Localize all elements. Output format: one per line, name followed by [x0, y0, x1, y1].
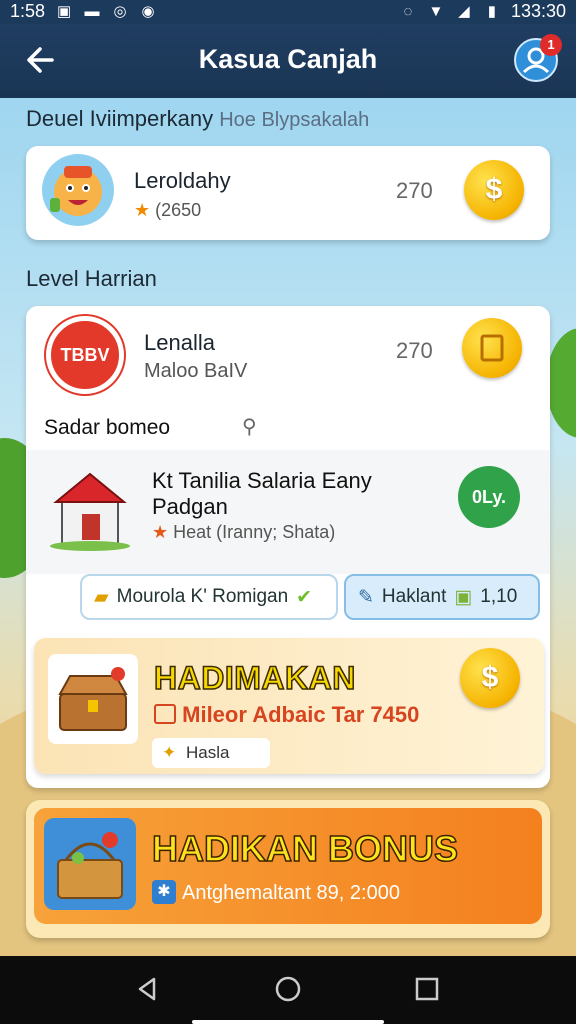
reward-button[interactable]: ✎ Haklant ▣ 1,10: [344, 574, 540, 620]
app-bar: Kasua Canjah 1: [0, 24, 576, 98]
app-icon: ◎: [113, 2, 127, 20]
reward-title: HADIMAKAN: [153, 659, 356, 697]
nav-recents-button[interactable]: [412, 974, 442, 1004]
character-icon: [50, 166, 102, 216]
ticket-icon: [480, 334, 504, 362]
pencil-icon: ✎: [358, 586, 374, 608]
basket-icon: [44, 818, 136, 910]
system-nav-bar: [0, 956, 576, 1024]
calendar-icon: [154, 704, 176, 724]
quest-title-line-1: Kt Tanilia Salaria Eany: [152, 468, 372, 493]
quest-meta-value: Heat (Iranny; Shata): [173, 522, 336, 542]
quest-meta: ★ Heat (Iranny; Shata): [152, 522, 335, 543]
section-title-text: Deuel Iviimperkany: [26, 106, 214, 131]
pin-icon: ✦: [162, 743, 177, 762]
circle-home-icon: [275, 976, 301, 1002]
profile-button[interactable]: 1: [514, 34, 562, 82]
walk-icon: ⚲: [242, 416, 257, 438]
ticket-icon: ▰: [94, 586, 109, 608]
sub-row-title: Sadar bomeo: [44, 416, 171, 439]
claim-button[interactable]: ▰ Mourola K' Romigan ✔: [80, 574, 338, 620]
level-score: 270: [396, 338, 433, 363]
reward-banner[interactable]: HADIMAKAN Mileor Adbaic Tar 7450 ✦ Hasla…: [34, 638, 544, 774]
status-time: 1:58: [10, 1, 46, 21]
quest-title-line-2: Padgan: [152, 494, 228, 519]
player-card[interactable]: Leroldahy ★ (2650 270 $: [26, 146, 550, 240]
bonus-subtitle: Antghemaltant 89, 2:000: [182, 882, 400, 904]
section-title: Level Harrian: [26, 266, 157, 291]
level-meta: Maloo BaIV: [144, 360, 248, 382]
battery-icon: ▮: [487, 2, 497, 20]
wifi-icon: ▼: [428, 2, 444, 20]
message-icon: ▬: [84, 2, 100, 20]
notification-icon: ▣: [56, 2, 72, 20]
treasure-chest-icon: [48, 654, 138, 744]
page-title: Kasua Canjah: [198, 44, 378, 74]
home-indicator: [192, 1020, 384, 1024]
snowflake-icon: ✱: [152, 880, 176, 904]
coupon-coin-icon[interactable]: [462, 318, 522, 378]
bonus-title: HADIKAN BONUS: [151, 827, 459, 870]
avatar: [42, 154, 114, 226]
reward-chip-label: Hasla: [186, 743, 230, 762]
star-icon: ★: [152, 522, 169, 542]
reward-subtitle-text: Mileor Adbaic Tar 7450: [182, 702, 420, 727]
level-name: Lenalla: [144, 330, 215, 355]
player-stars: ★ (2650: [134, 200, 201, 221]
main-content[interactable]: Deuel Iviimperkany Hoe Blypsakalah Lerol…: [0, 98, 576, 956]
player-score: 270: [396, 178, 433, 203]
player-stars-value: (2650: [155, 200, 202, 220]
section-subtitle: Hoe Blypsakalah: [219, 109, 370, 131]
bonus-panel[interactable]: HADIKAN BONUS ✱ Antghemaltant 89, 2:000: [34, 808, 542, 924]
player-name: Leroldahy: [134, 168, 231, 193]
reward-button-label: Haklant: [381, 586, 447, 607]
notification-badge: 1: [540, 34, 562, 56]
section-title: Deuel Iviimperkany Hoe Blypsakalah: [26, 106, 369, 132]
level-logo-text: TBBV: [60, 345, 110, 365]
background-hill: [546, 328, 576, 438]
reward-subtitle: Mileor Adbaic Tar 7450: [154, 702, 419, 728]
gift-icon: ▣: [454, 586, 473, 608]
status-bar: 1:58 ▣ ▬ ◎ ◉ ◌ ▼ ◢ ▮ 133:30: [0, 0, 576, 24]
triangle-back-icon: [138, 977, 156, 1001]
eye-icon: ◉: [141, 2, 155, 20]
quest-item[interactable]: Kt Tanilia Salaria Eany Padgan ★ Heat (I…: [26, 450, 550, 574]
check-icon: ✔: [296, 586, 313, 608]
reward-button-value: 1,10: [480, 586, 518, 607]
bonus-banner[interactable]: HADIKAN BONUS ✱ Antghemaltant 89, 2:000: [26, 800, 550, 938]
house-icon: [44, 462, 136, 554]
signal-icon: ◢: [458, 2, 470, 20]
coin-icon[interactable]: $: [460, 648, 520, 708]
claim-button-label: Mourola K' Romigan: [116, 586, 289, 607]
sub-row: Sadar bomeo ⚲: [26, 404, 550, 450]
coin-icon[interactable]: $: [464, 160, 524, 220]
progress-badge[interactable]: 0Ly.: [458, 466, 520, 528]
nav-home-button[interactable]: [273, 974, 303, 1004]
star-icon: ★: [134, 200, 151, 220]
square-recents-icon: [415, 977, 439, 1001]
reward-chip[interactable]: ✦ Hasla: [152, 738, 270, 768]
alarm-icon: ◌: [403, 2, 413, 20]
quest-title: Kt Tanilia Salaria Eany Padgan: [152, 468, 372, 520]
nav-back-button[interactable]: [132, 974, 162, 1004]
level-logo: TBBV: [46, 316, 124, 394]
status-clock: 133:30: [510, 1, 566, 21]
